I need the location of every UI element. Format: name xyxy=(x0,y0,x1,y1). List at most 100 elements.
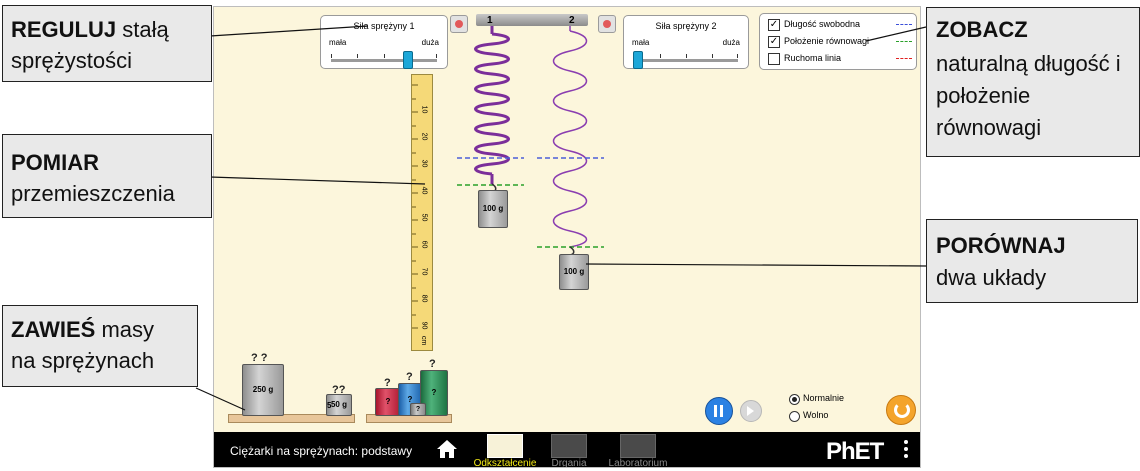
ruler-ticks xyxy=(412,84,418,329)
checkbox-equilibrium[interactable]: ✓ Położenie równowagi xyxy=(768,34,912,50)
spring2-slider-thumb[interactable] xyxy=(633,51,643,69)
ruler-tick-label: 70 xyxy=(420,267,428,276)
checkbox-equilibrium-label: Położenie równowagi xyxy=(784,36,870,46)
spring2-max-label: duża xyxy=(722,38,740,47)
step-icon xyxy=(747,406,754,416)
ruler-tick-label: 60 xyxy=(420,240,428,249)
pause-icon xyxy=(714,405,717,417)
callout-adjust-bold: REGULUJ xyxy=(11,17,117,42)
spring1-min-label: mała xyxy=(329,38,347,47)
speed-slow-option[interactable]: Wolno xyxy=(789,410,869,424)
menu-dots-icon[interactable] xyxy=(904,440,908,461)
spring1-constant-panel: Siła sprężyny 1 mała duża xyxy=(320,15,448,69)
visibility-panel: ✓ Długość swobodna ✓ Położenie równowagi… xyxy=(759,13,917,70)
mystery-mass-blue-hook: ? xyxy=(406,371,413,383)
callout-adjust: REGULUJ stałą sprężystości xyxy=(2,5,212,82)
callout-adjust-rest: stałą xyxy=(116,17,169,42)
slider-tick xyxy=(436,54,437,58)
spring2-slider-title: Siła sprężyny 2 xyxy=(655,21,717,31)
speed-normal-label: Normalnie xyxy=(803,393,845,403)
ruler-tick-label: 80 xyxy=(420,294,428,303)
callout-adjust-line2: sprężystości xyxy=(11,48,133,73)
spring1-max-label: duża xyxy=(421,38,439,47)
natural-length-line-legend xyxy=(896,24,912,25)
slider-tick xyxy=(660,54,661,58)
callout-see: ZOBACZ naturalną długość i położenie rów… xyxy=(926,7,1140,157)
speed-normal-radio[interactable] xyxy=(789,394,800,405)
mystery-mass-small[interactable]: ? xyxy=(410,403,426,416)
spring1-slider-track[interactable] xyxy=(331,59,437,62)
ruler-tick-label: 20 xyxy=(420,132,428,141)
home-icon xyxy=(437,440,457,458)
mystery-mass-red-hook: ? xyxy=(384,377,391,389)
callout-hang: ZAWIEŚ masy na sprężynach xyxy=(2,305,198,387)
speed-normal-option[interactable]: Normalnie xyxy=(789,393,869,407)
slider-tick xyxy=(331,54,332,58)
spring2-stop-button[interactable] xyxy=(598,15,616,33)
checkbox-equilibrium-box[interactable]: ✓ xyxy=(768,36,780,48)
movable-line-legend xyxy=(896,58,912,59)
mass-5g-label: 5 xyxy=(327,401,332,410)
checkbox-natural-length[interactable]: ✓ Długość swobodna xyxy=(768,17,912,33)
navigation-bar: Ciężarki na sprężynach: podstawy Odkszta… xyxy=(214,432,920,467)
intro-thumbnail-icon xyxy=(487,434,523,458)
reset-all-button[interactable] xyxy=(886,395,916,425)
step-button[interactable] xyxy=(740,400,762,422)
spring1-slider-title: Siła sprężyny 1 xyxy=(353,21,415,31)
phet-logo[interactable]: PhET xyxy=(826,438,884,466)
slider-tick xyxy=(384,54,385,58)
callout-measure-bold: POMIAR xyxy=(11,147,99,178)
lab-thumbnail-icon xyxy=(620,434,656,458)
ruler-unit: cm xyxy=(420,335,428,346)
sim-title: Ciężarki na sprężynach: podstawy xyxy=(230,444,413,458)
energy-thumbnail-icon xyxy=(551,434,587,458)
callout-see-line2: naturalną długość i xyxy=(936,51,1121,76)
spring1-stop-button[interactable] xyxy=(450,15,468,33)
mass-50g-hook: ?? xyxy=(332,384,346,396)
mystery-mass-green-hook: ? xyxy=(429,358,436,370)
ruler[interactable]: 10 20 30 40 50 60 70 80 90 cm xyxy=(411,74,433,351)
spring2-slider-track[interactable] xyxy=(634,59,738,62)
callout-measure-line2: przemieszczenia xyxy=(11,181,175,206)
screen-tab-intro[interactable]: Odkształcenie xyxy=(470,434,540,467)
spring2 xyxy=(552,26,588,248)
callout-compare-bold-row: PORÓWNAJ xyxy=(936,230,1066,261)
slider-tick xyxy=(686,54,687,58)
ruler-tick-label: 90 xyxy=(420,321,428,330)
mass-attached-spring1[interactable]: 100 g xyxy=(478,190,508,228)
ruler-tick-label: 30 xyxy=(420,159,428,168)
checkbox-natural-length-label: Długość swobodna xyxy=(784,19,861,29)
pause-button[interactable] xyxy=(705,397,733,425)
slider-tick xyxy=(737,54,738,58)
mass-250g[interactable]: 250 g xyxy=(242,364,284,416)
screen-tab-energy-label: Drgania xyxy=(551,458,587,468)
springs-layer xyxy=(457,26,604,256)
mass-250g-hook: ? ? xyxy=(251,352,268,364)
home-button[interactable] xyxy=(436,438,458,460)
callout-see-bold-row: ZOBACZ xyxy=(936,14,1028,45)
callout-compare: PORÓWNAJ dwa układy xyxy=(926,219,1138,303)
checkbox-movable-line-box[interactable] xyxy=(768,53,780,65)
spring2-number: 2 xyxy=(569,15,575,26)
checkbox-movable-line[interactable]: Ruchoma linia xyxy=(768,51,912,67)
speed-slow-radio[interactable] xyxy=(789,411,800,422)
spring1-number: 1 xyxy=(487,15,493,26)
screen-tab-energy[interactable]: Drgania xyxy=(534,434,604,467)
callout-see-line4: równowagi xyxy=(936,115,1042,140)
equilibrium-line-legend xyxy=(896,41,912,42)
screen-tab-lab-label: Laboratorium xyxy=(608,458,668,468)
callout-see-line3: położenie xyxy=(936,83,1031,108)
screen-tab-lab[interactable]: Laboratorium xyxy=(603,434,673,467)
screen-tab-intro-label: Odkształcenie xyxy=(473,458,537,468)
callout-hang-bold: ZAWIEŚ xyxy=(11,317,96,342)
checkbox-natural-length-box[interactable]: ✓ xyxy=(768,19,780,31)
ruler-tick-label: 50 xyxy=(420,213,428,222)
mass-attached-spring2[interactable]: 100 g xyxy=(559,254,589,290)
slider-tick xyxy=(357,54,358,58)
spring2-constant-panel: Siła sprężyny 2 mała duża xyxy=(623,15,749,69)
ruler-tick-label: 40 xyxy=(420,186,428,195)
callout-hang-rest: masy xyxy=(95,317,155,342)
spring1-slider-thumb[interactable] xyxy=(403,51,413,69)
callout-compare-bold: PORÓWNAJ xyxy=(936,233,1066,258)
speed-slow-label: Wolno xyxy=(803,410,829,420)
